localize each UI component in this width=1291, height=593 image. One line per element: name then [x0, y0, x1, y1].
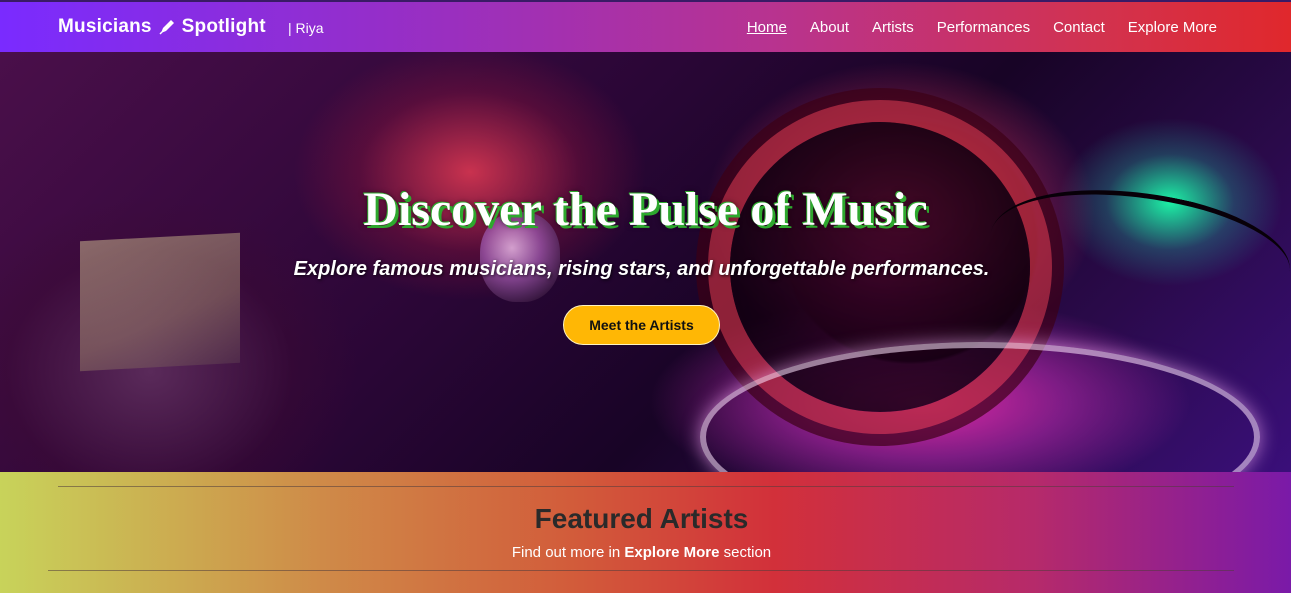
divider-bottom	[48, 570, 1234, 571]
nav-link-about[interactable]: About	[810, 19, 849, 36]
featured-sub-suffix: section	[719, 544, 772, 561]
nav-link-artists[interactable]: Artists	[872, 19, 914, 36]
featured-artists-section: Featured Artists Find out more in Explor…	[0, 472, 1291, 593]
divider-top	[58, 486, 1234, 487]
nav-link-contact[interactable]: Contact	[1053, 19, 1105, 36]
nav-menu: Home About Artists Performances Contact …	[747, 19, 1217, 36]
featured-subtitle: Find out more in Explore More section	[0, 544, 1283, 561]
meet-the-artists-button[interactable]: Meet the Artists	[563, 305, 720, 345]
featured-title: Featured Artists	[534, 503, 749, 534]
nav-link-home[interactable]: Home	[747, 19, 787, 36]
hero-title: Discover the Pulse of Music	[363, 183, 928, 236]
nav-link-performances[interactable]: Performances	[937, 19, 1030, 36]
explore-more-highlight: Explore More	[624, 544, 720, 561]
brand-name: Musicians	[58, 16, 152, 37]
nav-link-explore-more[interactable]: Explore More	[1128, 19, 1217, 36]
featured-sub-prefix: Find out more in	[511, 544, 625, 561]
navbar: Musicians Spotlight | Riya Home About Ar…	[0, 0, 1291, 52]
hero-subtitle: Explore famous musicians, rising stars, …	[293, 258, 990, 280]
brand-logo[interactable]: Musicians Spotlight	[58, 16, 266, 38]
pen-icon	[158, 18, 176, 36]
brand-suffix: Spotlight	[181, 16, 266, 37]
hero-section: Discover the Pulse of Music Explore famo…	[0, 52, 1291, 472]
hero-content: Discover the Pulse of Music Explore famo…	[0, 52, 1291, 472]
author-byline: | Riya	[288, 20, 324, 36]
